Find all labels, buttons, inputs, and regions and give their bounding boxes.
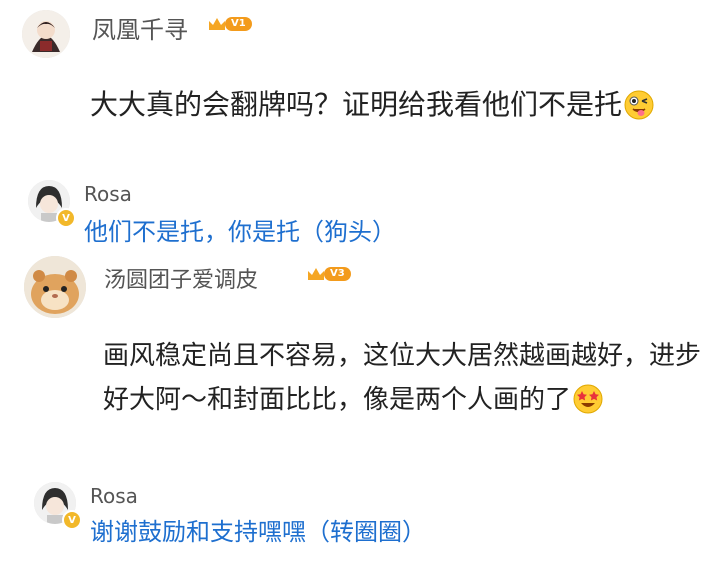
comment-text: 大大真的会翻牌吗？证明给我看他们不是托	[90, 84, 680, 126]
level-text: V1	[225, 17, 252, 31]
avatar-illustration-icon	[22, 10, 70, 58]
avatar-hamster-icon	[24, 256, 86, 318]
winking-tongue-emoji-icon	[624, 90, 654, 120]
reply-text: 他们不是托，你是托（狗头）	[84, 218, 396, 246]
verified-v-icon: V	[56, 208, 76, 228]
commenter-name[interactable]: 凤凰千寻	[92, 10, 188, 45]
comment-text: 画风稳定尚且不容易，这位大大居然越画越好，进步好大阿～和封面比比，像是两个人画的…	[103, 341, 702, 415]
crown-icon	[209, 18, 225, 30]
replier-name[interactable]: Rosa	[84, 182, 132, 206]
crown-icon	[308, 268, 324, 280]
level-badge: V1	[207, 16, 252, 32]
avatar-commenter-1[interactable]	[22, 10, 70, 58]
replier-name[interactable]: Rosa	[90, 484, 138, 508]
level-badge: V3	[306, 266, 351, 282]
avatar-commenter-2[interactable]	[24, 256, 86, 318]
verified-v-icon: V	[62, 510, 82, 530]
star-struck-emoji-icon	[573, 384, 603, 414]
level-text: V3	[324, 267, 351, 281]
reply-text: 谢谢鼓励和支持嘿嘿（转圈圈）	[90, 518, 426, 546]
commenter-name[interactable]: 汤圆团子爱调皮	[104, 262, 258, 294]
